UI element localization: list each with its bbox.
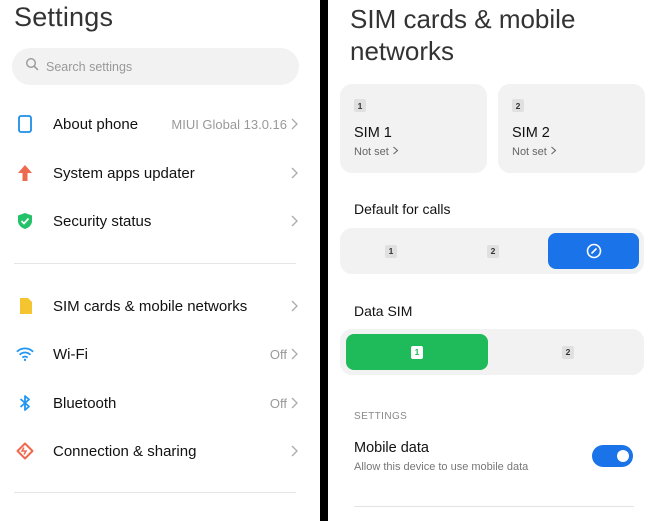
divider bbox=[14, 492, 296, 493]
toggle-knob bbox=[617, 450, 629, 462]
ask-every-time-icon bbox=[586, 243, 601, 259]
search-icon bbox=[25, 57, 39, 76]
sim-name: SIM 2 bbox=[512, 125, 550, 141]
page-title: SIM cards & mobile networks bbox=[350, 4, 576, 66]
settings-item-label: SIM cards & mobile networks bbox=[53, 297, 248, 315]
default-calls-option-sim2[interactable]: 2 bbox=[442, 228, 544, 274]
settings-item-label: Wi-Fi bbox=[53, 345, 88, 363]
sim-status-text: Not set bbox=[512, 146, 547, 158]
chevron-right-icon bbox=[291, 445, 298, 457]
chevron-right-icon bbox=[291, 118, 298, 130]
settings-item-system-apps-updater[interactable]: System apps updater bbox=[0, 151, 320, 195]
sim-status-text: Not set bbox=[354, 146, 389, 158]
sim-badge: 1 bbox=[354, 99, 366, 112]
wifi-icon bbox=[16, 345, 34, 363]
settings-item-value: MIUI Global 13.0.16 bbox=[171, 116, 287, 132]
mobile-data-title: Mobile data bbox=[354, 440, 429, 456]
shield-check-icon bbox=[16, 212, 34, 230]
data-sim-option-sim1[interactable]: 1 bbox=[346, 334, 488, 370]
search-placeholder: Search settings bbox=[46, 59, 133, 74]
page-title: Settings bbox=[14, 2, 114, 32]
chevron-right-icon bbox=[291, 300, 298, 312]
mobile-data-toggle[interactable] bbox=[592, 445, 633, 467]
section-header: SETTINGS bbox=[354, 411, 408, 422]
sim-name: SIM 1 bbox=[354, 125, 392, 141]
sim-status: Not set bbox=[512, 146, 557, 158]
sim-badge: 2 bbox=[487, 244, 499, 258]
settings-item-label: System apps updater bbox=[53, 164, 195, 182]
divider bbox=[14, 263, 296, 264]
data-sim-option-sim2[interactable]: 2 bbox=[492, 329, 644, 375]
chevron-right-icon bbox=[291, 167, 298, 179]
divider bbox=[354, 506, 634, 507]
chevron-right-icon bbox=[291, 348, 298, 360]
mobile-data-subtitle: Allow this device to use mobile data bbox=[354, 461, 529, 473]
settings-item-sim-cards[interactable]: SIM cards & mobile networks bbox=[0, 284, 320, 328]
arrow-up-icon bbox=[16, 164, 34, 182]
settings-item-about-phone[interactable]: About phone MIUI Global 13.0.16 bbox=[0, 102, 320, 146]
settings-panel: Settings Search settings About phone MIU… bbox=[0, 0, 320, 521]
settings-item-wifi[interactable]: Wi-Fi Off bbox=[0, 332, 320, 376]
settings-item-label: Connection & sharing bbox=[53, 442, 197, 460]
default-calls-option-sim1[interactable]: 1 bbox=[340, 228, 442, 274]
bluetooth-icon bbox=[16, 394, 34, 412]
settings-item-bluetooth[interactable]: Bluetooth Off bbox=[0, 381, 320, 425]
chevron-right-icon bbox=[291, 397, 298, 409]
sim-status: Not set bbox=[354, 146, 399, 158]
settings-item-label: Security status bbox=[53, 212, 152, 230]
settings-item-connection-sharing[interactable]: Connection & sharing bbox=[0, 429, 320, 473]
sim-networks-panel: SIM cards & mobile networks 1 SIM 1 Not … bbox=[328, 0, 657, 521]
sim-card-1[interactable]: 1 SIM 1 Not set bbox=[340, 84, 487, 173]
settings-item-value: Off bbox=[269, 346, 287, 362]
sim-card-2[interactable]: 2 SIM 2 Not set bbox=[498, 84, 645, 173]
connection-sharing-icon bbox=[16, 442, 34, 460]
search-input[interactable]: Search settings bbox=[12, 48, 299, 85]
data-sim-label: Data SIM bbox=[354, 303, 413, 319]
settings-item-value: Off bbox=[269, 395, 287, 411]
sim-badge: 2 bbox=[562, 345, 574, 359]
default-calls-selector: 1 2 bbox=[340, 228, 644, 274]
settings-item-label: About phone bbox=[53, 115, 139, 133]
chevron-right-icon bbox=[393, 146, 399, 155]
chevron-right-icon bbox=[291, 215, 298, 227]
data-sim-selector: 1 2 bbox=[340, 329, 644, 375]
default-calls-label: Default for calls bbox=[354, 201, 451, 217]
sim-badge: 2 bbox=[512, 99, 524, 112]
sim-badge: 1 bbox=[385, 244, 397, 258]
chevron-right-icon bbox=[551, 146, 557, 155]
phone-icon bbox=[16, 115, 34, 133]
settings-item-label: Bluetooth bbox=[53, 394, 117, 412]
default-calls-option-ask[interactable] bbox=[548, 233, 639, 269]
sim-card-icon bbox=[16, 297, 34, 315]
sim-badge: 1 bbox=[411, 345, 423, 359]
settings-item-security-status[interactable]: Security status bbox=[0, 199, 320, 243]
